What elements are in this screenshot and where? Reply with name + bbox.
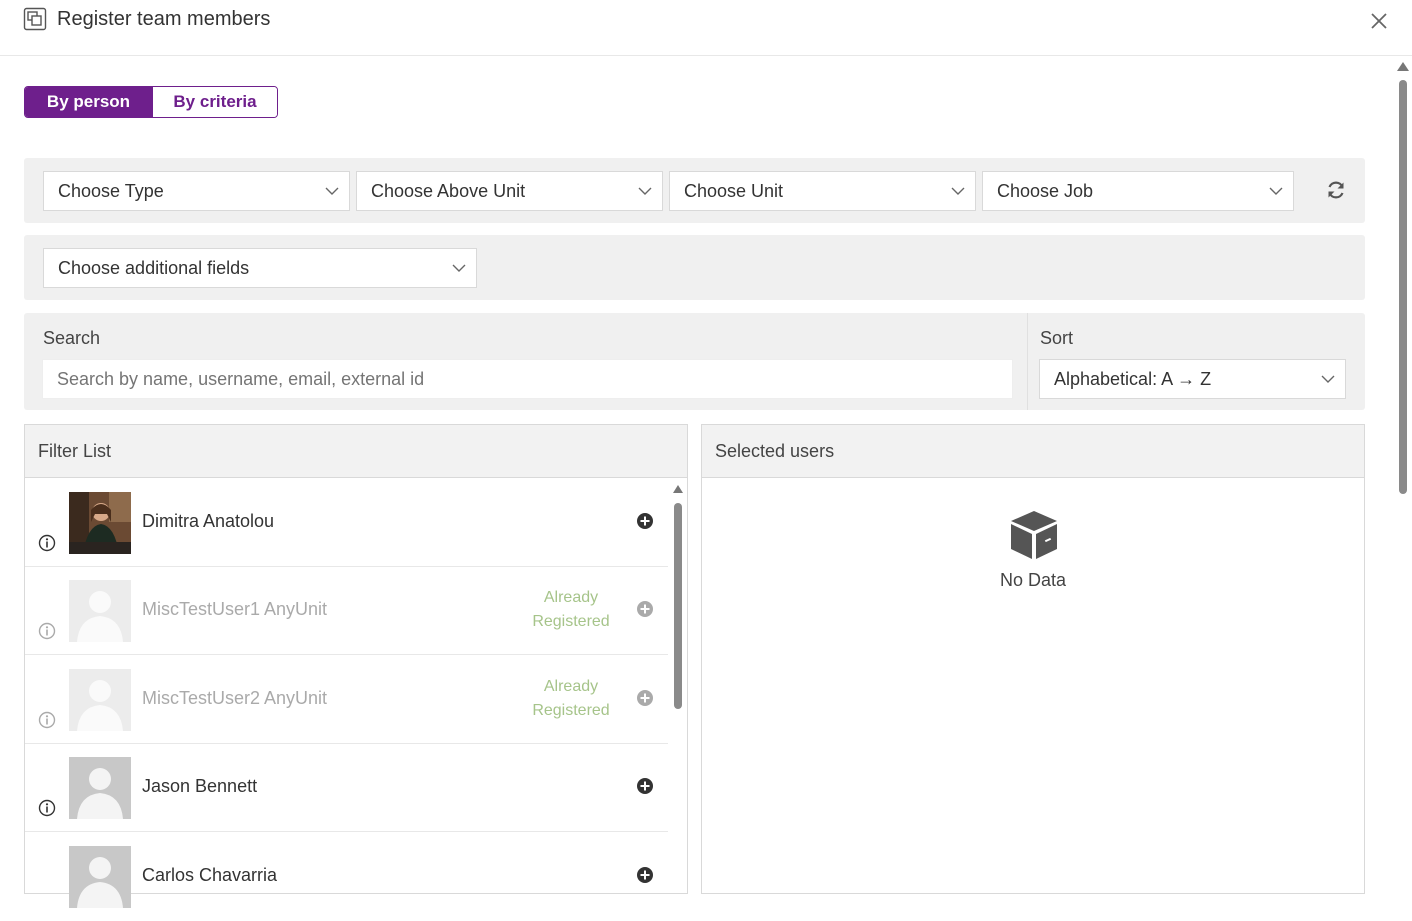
list-scrollbar[interactable] [671, 483, 685, 713]
close-icon[interactable] [1368, 10, 1390, 32]
choose-above-unit-label: Choose Above Unit [371, 181, 526, 201]
search-label: Search [43, 328, 101, 348]
add-circle-icon[interactable] [636, 600, 654, 618]
default-avatar-icon [69, 846, 131, 908]
add-circle-icon[interactable] [636, 689, 654, 707]
choose-type-select[interactable]: Choose Type [43, 171, 350, 211]
sort-select[interactable]: Alphabetical: A → Z [1039, 359, 1346, 399]
already-registered-status: Already Registered [520, 586, 622, 634]
status-line: Registered [532, 613, 610, 630]
dialog-header: Register team members [0, 0, 1412, 56]
user-photo [69, 492, 131, 554]
chevron-down-icon [951, 187, 965, 195]
empty-box-icon [1011, 511, 1057, 559]
info-icon[interactable] [38, 711, 56, 729]
status-line: Already [543, 589, 599, 606]
selected-users-title: Selected users [702, 425, 1364, 478]
search-input[interactable] [42, 359, 1013, 399]
choose-above-unit-select[interactable]: Choose Above Unit [356, 171, 663, 211]
list-item: MiscTestUser1 AnyUnit Already Registered [25, 567, 668, 655]
sort-label: Sort [1040, 328, 1074, 348]
info-icon[interactable] [38, 622, 56, 640]
filter-list: Filter List Dimitra Anatolou MiscTestUse… [24, 424, 688, 908]
choose-unit-select[interactable]: Choose Unit [669, 171, 976, 211]
user-name: Carlos Chavarria [142, 865, 278, 885]
default-avatar-icon [69, 669, 131, 731]
choose-type-label: Choose Type [58, 181, 164, 201]
user-name: MiscTestUser1 AnyUnit [142, 599, 328, 619]
refresh-icon[interactable] [1325, 179, 1347, 201]
no-data-text: No Data [1000, 570, 1067, 590]
add-circle-icon[interactable] [636, 512, 654, 530]
user-name: Dimitra Anatolou [142, 511, 275, 531]
status-line: Already [543, 678, 599, 695]
tab-by-criteria[interactable]: By criteria [152, 87, 277, 117]
status-line: Registered [532, 702, 610, 719]
choose-job-select[interactable]: Choose Job [982, 171, 1294, 211]
info-icon[interactable] [38, 799, 56, 817]
list-item: Carlos Chavarria [25, 833, 668, 921]
choose-additional-fields-select[interactable]: Choose additional fields [43, 248, 477, 288]
sort-value: Alphabetical: A → Z [1054, 369, 1212, 389]
additional-fields-label: Choose additional fields [58, 258, 250, 278]
already-registered-status: Already Registered [520, 675, 622, 723]
default-avatar-icon [69, 580, 131, 642]
list-item: Jason Bennett [25, 744, 668, 832]
list-item: Dimitra Anatolou [25, 479, 668, 567]
info-icon[interactable] [38, 534, 56, 552]
dialog-title: Register team members [57, 8, 271, 30]
tab-by-person[interactable]: By person [25, 87, 152, 117]
mode-tabs: By person By criteria [24, 86, 278, 118]
chevron-down-icon [1269, 187, 1283, 195]
choose-job-label: Choose Job [997, 181, 1094, 201]
chevron-down-icon [325, 187, 339, 195]
dialog-scrollbar[interactable] [1396, 60, 1410, 500]
selected-users-panel: Selected users No Data [701, 424, 1365, 894]
chevron-down-icon [1321, 375, 1335, 383]
search-sort-panel: Search Sort Alphabetical: A → Z [24, 313, 1365, 410]
user-name: Jason Bennett [142, 776, 258, 796]
windows-icon [23, 7, 47, 31]
filter-list-title: Filter List [25, 425, 687, 478]
choose-unit-label: Choose Unit [684, 181, 784, 201]
default-avatar-icon [69, 757, 131, 819]
filter-panel: Choose Type Choose Above Unit Choose Uni… [24, 158, 1365, 223]
list-item: MiscTestUser2 AnyUnit Already Registered [25, 656, 668, 744]
chevron-down-icon [452, 264, 466, 272]
panel-divider [1027, 313, 1028, 410]
additional-fields-panel: Choose additional fields [24, 235, 1365, 300]
add-circle-icon[interactable] [636, 777, 654, 795]
chevron-down-icon [638, 187, 652, 195]
add-circle-icon[interactable] [636, 866, 654, 884]
user-name: MiscTestUser2 AnyUnit [142, 688, 328, 708]
